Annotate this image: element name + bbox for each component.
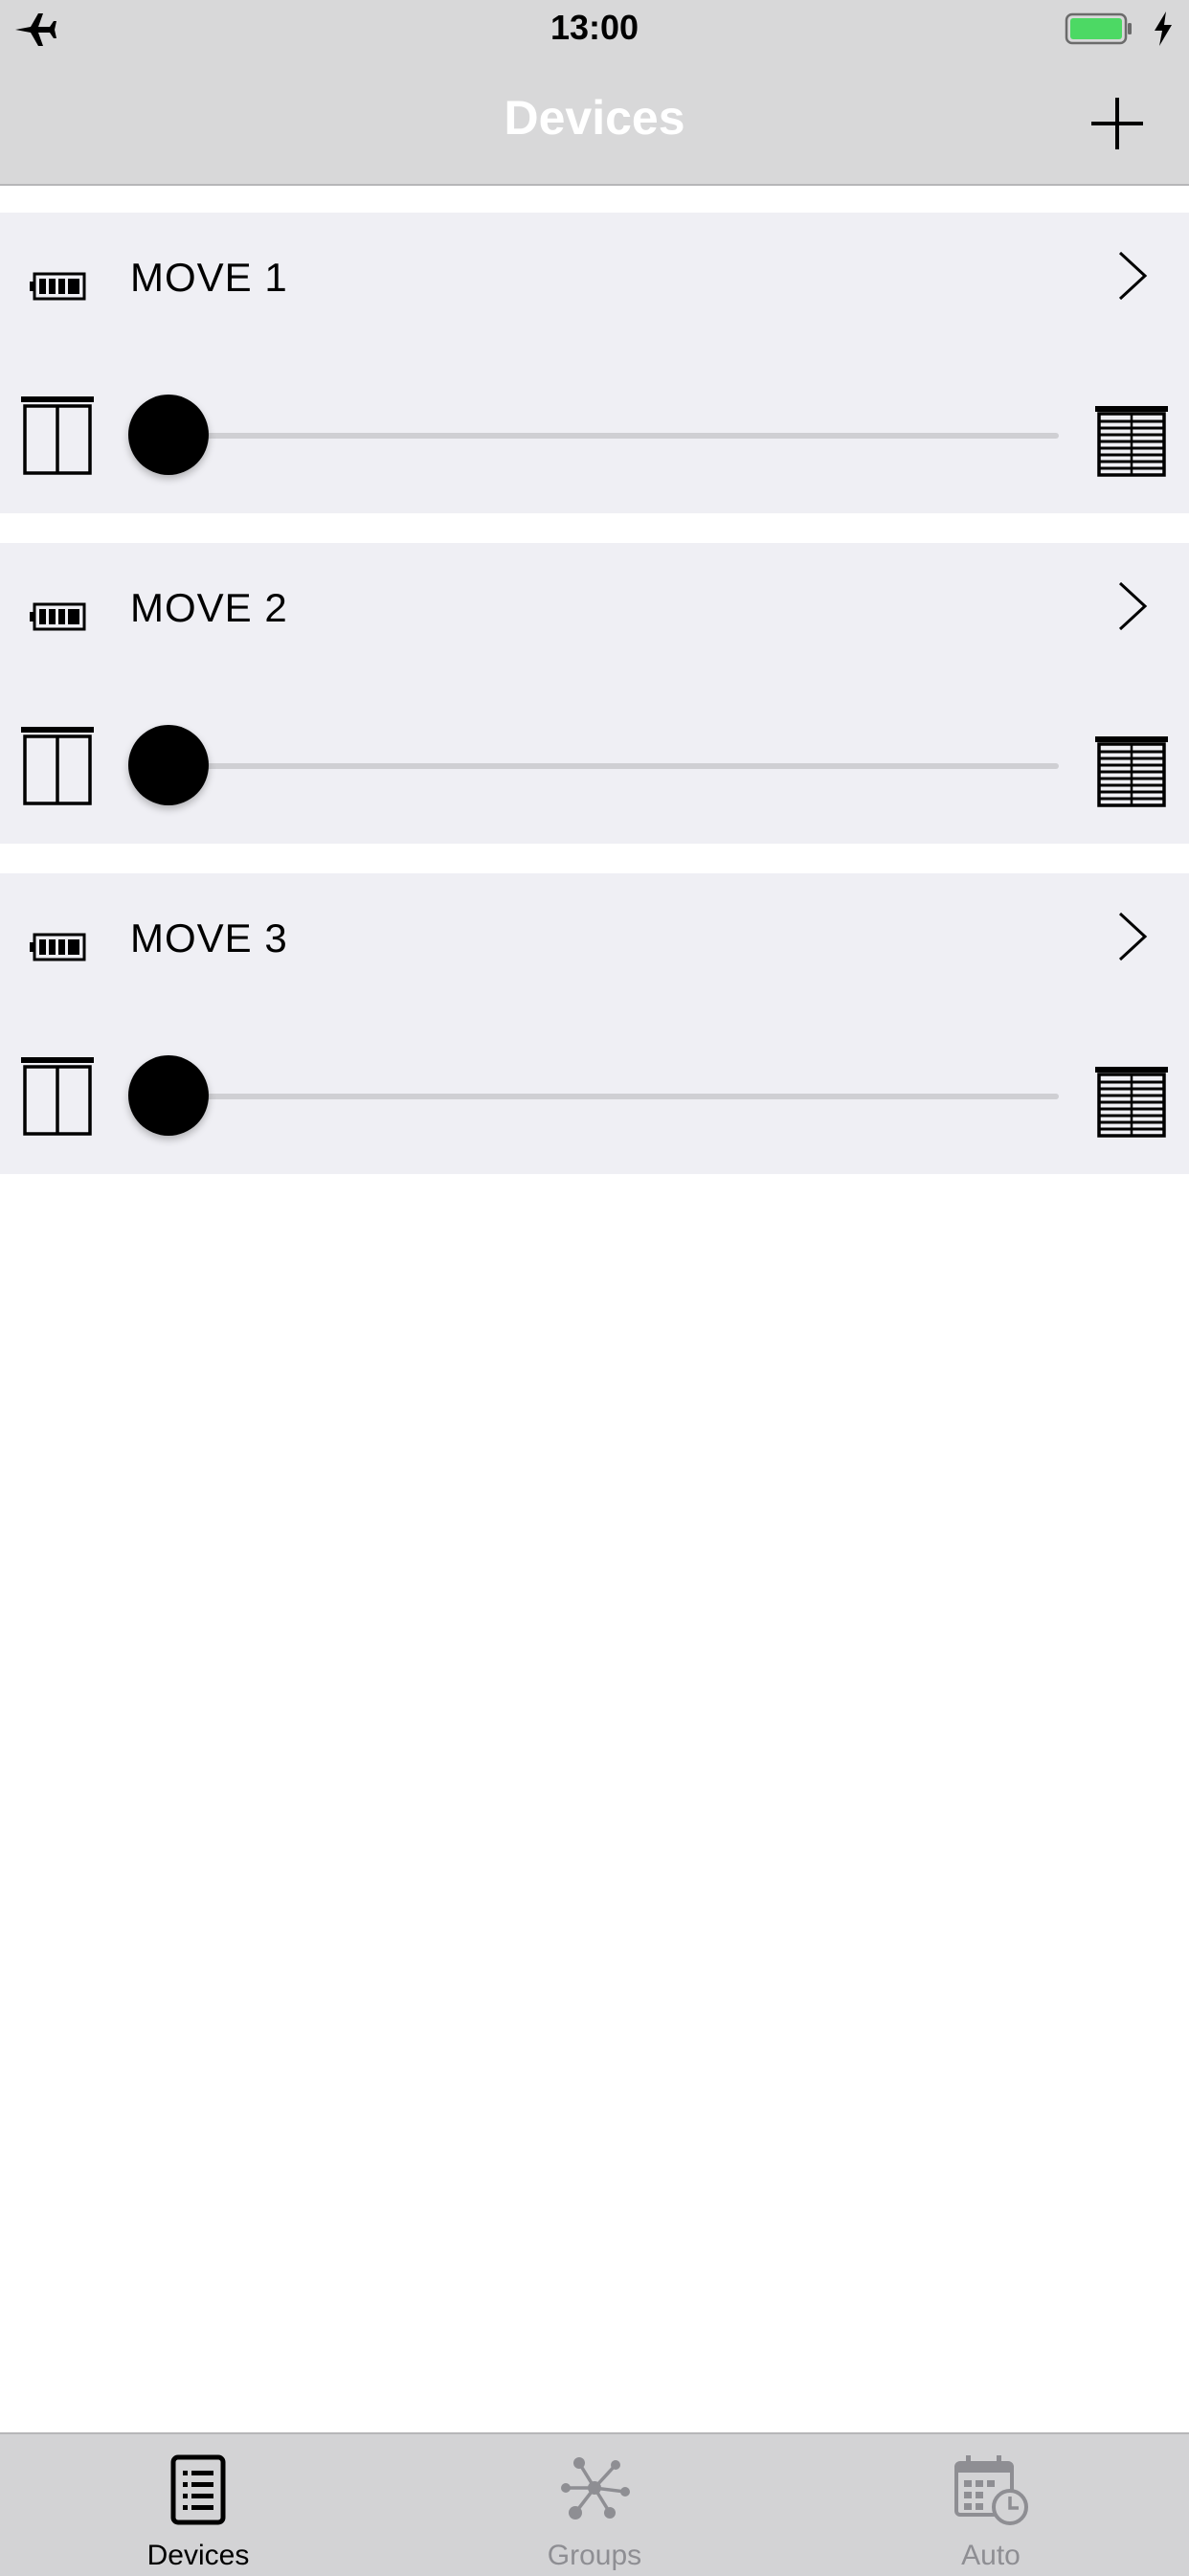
slider-track[interactable]: [167, 433, 1059, 439]
tab-devices[interactable]: Devices: [0, 2434, 396, 2576]
network-nodes-icon: [561, 2457, 630, 2520]
slider-thumb[interactable]: [128, 395, 209, 475]
charging-bolt-icon: [1155, 11, 1172, 46]
device-card: MOVE 2: [0, 543, 1189, 844]
battery-icon: [30, 602, 86, 631]
tab-bar: Devices Groups Auto: [0, 2432, 1189, 2576]
battery-icon: [30, 933, 86, 961]
slider-thumb[interactable]: [128, 1055, 209, 1136]
tab-label: Groups: [547, 2540, 642, 2571]
chevron-right-icon[interactable]: [1112, 577, 1151, 635]
slider-thumb[interactable]: [128, 725, 209, 805]
blind-closed-icon[interactable]: [1095, 736, 1168, 807]
battery-icon: [30, 272, 86, 301]
position-slider[interactable]: [128, 1055, 1059, 1136]
add-device-button[interactable]: [1074, 80, 1160, 167]
page-title: Devices: [504, 91, 685, 145]
tab-label: Auto: [961, 2540, 1021, 2571]
blind-open-icon[interactable]: [21, 1057, 94, 1136]
list-document-icon: [170, 2454, 226, 2525]
slider-track[interactable]: [167, 763, 1059, 769]
slider-track[interactable]: [167, 1094, 1059, 1099]
battery-status-icon: [1065, 12, 1132, 45]
navigation-bar: Devices: [0, 61, 1189, 186]
position-slider[interactable]: [128, 395, 1059, 475]
device-name[interactable]: MOVE 2: [130, 585, 288, 631]
position-slider[interactable]: [128, 725, 1059, 805]
tab-groups[interactable]: Groups: [396, 2434, 793, 2576]
chevron-right-icon[interactable]: [1112, 247, 1151, 305]
chevron-right-icon[interactable]: [1112, 908, 1151, 965]
device-name[interactable]: MOVE 3: [130, 915, 288, 961]
status-time: 13:00: [550, 8, 639, 47]
blind-open-icon[interactable]: [21, 727, 94, 805]
device-name[interactable]: MOVE 1: [130, 255, 288, 301]
blind-open-icon[interactable]: [21, 396, 94, 475]
tab-label: Devices: [146, 2540, 250, 2571]
device-list: MOVE 1 MOVE 2 MOVE 3: [0, 213, 1189, 1204]
calendar-clock-icon: [954, 2455, 1028, 2525]
blind-closed-icon[interactable]: [1095, 406, 1168, 477]
device-card: MOVE 3: [0, 873, 1189, 1174]
tab-auto[interactable]: Auto: [793, 2434, 1189, 2576]
status-bar: 13:00: [0, 0, 1189, 61]
blind-closed-icon[interactable]: [1095, 1067, 1168, 1138]
device-card: MOVE 1: [0, 213, 1189, 513]
